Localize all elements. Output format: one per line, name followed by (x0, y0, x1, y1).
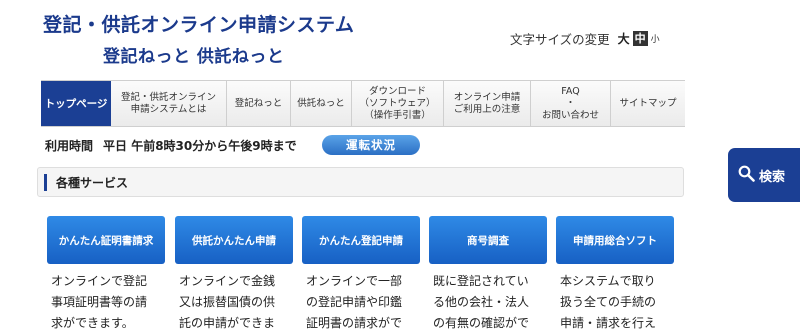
operation-status-button[interactable]: 運転状況 (322, 135, 420, 155)
search-icon (738, 165, 755, 186)
heading-accent (44, 173, 47, 191)
hours-value: 平日 午前8時30分から午後9時まで (103, 138, 297, 153)
font-size-large-button[interactable]: 大 (618, 30, 630, 47)
nav-item-top[interactable]: トップページ (41, 81, 111, 126)
nav-item-download[interactable]: ダウンロード （ソフトウェア） （操作手引書） (352, 81, 444, 126)
site-title[interactable]: 登記・供託オンライン申請システム (43, 10, 354, 37)
service-button-trade-name[interactable]: 商号調査 (429, 216, 547, 264)
font-size-medium-button[interactable]: 中 (632, 30, 648, 46)
service-button-certificate[interactable]: かんたん証明書請求 (47, 216, 165, 264)
global-nav: トップページ 登記・供託オンライン 申請システムとは 登記ねっと 供託ねっと ダ… (41, 80, 685, 127)
service-description: オンラインで一部 の登記申請や印鑑 証明書の請求がで (306, 274, 403, 330)
hours-label: 利用時間 (45, 138, 94, 153)
service-card: 申請用総合ソフト 本システムで取り 扱う全ての手続の 申請・請求を行え (556, 216, 674, 334)
font-size-label: 文字サイズの変更 (510, 31, 610, 47)
nav-item-touki-net[interactable]: 登記ねっと (227, 81, 291, 126)
search-button[interactable]: 検索 (728, 148, 800, 202)
service-card: 商号調査 既に登記されてい る他の会社・法人 の有無の確認がで (429, 216, 547, 334)
nav-item-about[interactable]: 登記・供託オンライン 申請システムとは (111, 81, 227, 126)
nav-item-kyotaku-net[interactable]: 供託ねっと (291, 81, 352, 126)
services-heading: 各種サービス (37, 167, 684, 197)
service-card: 供託かんたん申請 オンラインで金銭 又は振替国債の供 託の申請ができま (175, 216, 293, 334)
search-label: 検索 (759, 169, 786, 185)
service-hours: 利用時間 平日 午前8時30分から午後9時まで (45, 136, 297, 154)
nav-item-usage-notes[interactable]: オンライン申請 ご利用上の注意 (444, 81, 531, 126)
nav-item-sitemap[interactable]: サイトマップ (611, 81, 685, 126)
font-size-small-button[interactable]: 小 (651, 32, 660, 45)
service-button-kyotaku[interactable]: 供託かんたん申請 (175, 216, 293, 264)
service-card: かんたん登記申請 オンラインで一部 の登記申請や印鑑 証明書の請求がで (302, 216, 420, 334)
site-subtitle[interactable]: 登記ねっと 供託ねっと (103, 42, 284, 67)
font-size-control: 文字サイズの変更 大 中 小 (510, 29, 660, 47)
service-description: オンラインで登記 事項証明書等の請 求ができます。 (51, 274, 148, 330)
service-button-general-software[interactable]: 申請用総合ソフト (556, 216, 674, 264)
services-title: 各種サービス (56, 175, 129, 190)
service-description: オンラインで金銭 又は振替国債の供 託の申請ができま (179, 274, 276, 330)
nav-item-faq[interactable]: FAQ ・ お問い合わせ (531, 81, 611, 126)
service-description: 本システムで取り 扱う全ての手続の 申請・請求を行え (560, 274, 657, 330)
service-button-touki[interactable]: かんたん登記申請 (302, 216, 420, 264)
service-description: 既に登記されてい る他の会社・法人 の有無の確認がで (433, 274, 530, 330)
service-card: かんたん証明書請求 オンラインで登記 事項証明書等の請 求ができます。 (47, 216, 165, 334)
